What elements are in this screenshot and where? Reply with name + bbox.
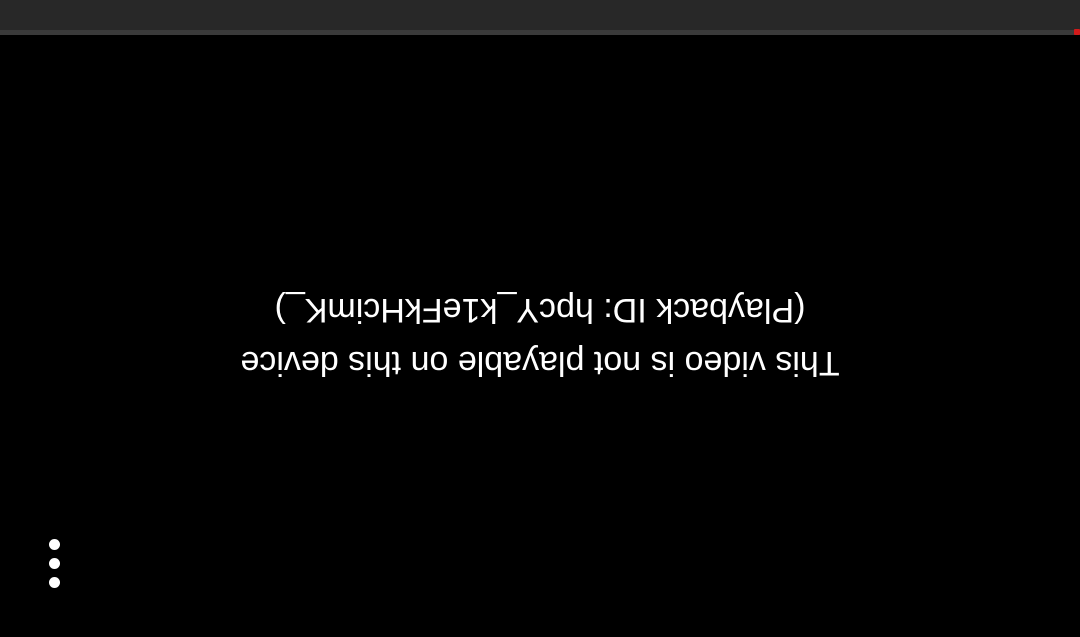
- error-message: This video is not playable on this devic…: [0, 283, 1080, 389]
- more-options-button[interactable]: [32, 532, 76, 594]
- more-vertical-icon: [48, 538, 60, 550]
- more-vertical-icon: [48, 576, 60, 588]
- error-message-text: This video is not playable on this devic…: [240, 344, 840, 383]
- playback-id-text: (Playback ID: hpcY_k1eFkHcimK_): [274, 291, 806, 330]
- top-bar: [0, 0, 1080, 30]
- more-vertical-icon: [48, 557, 60, 569]
